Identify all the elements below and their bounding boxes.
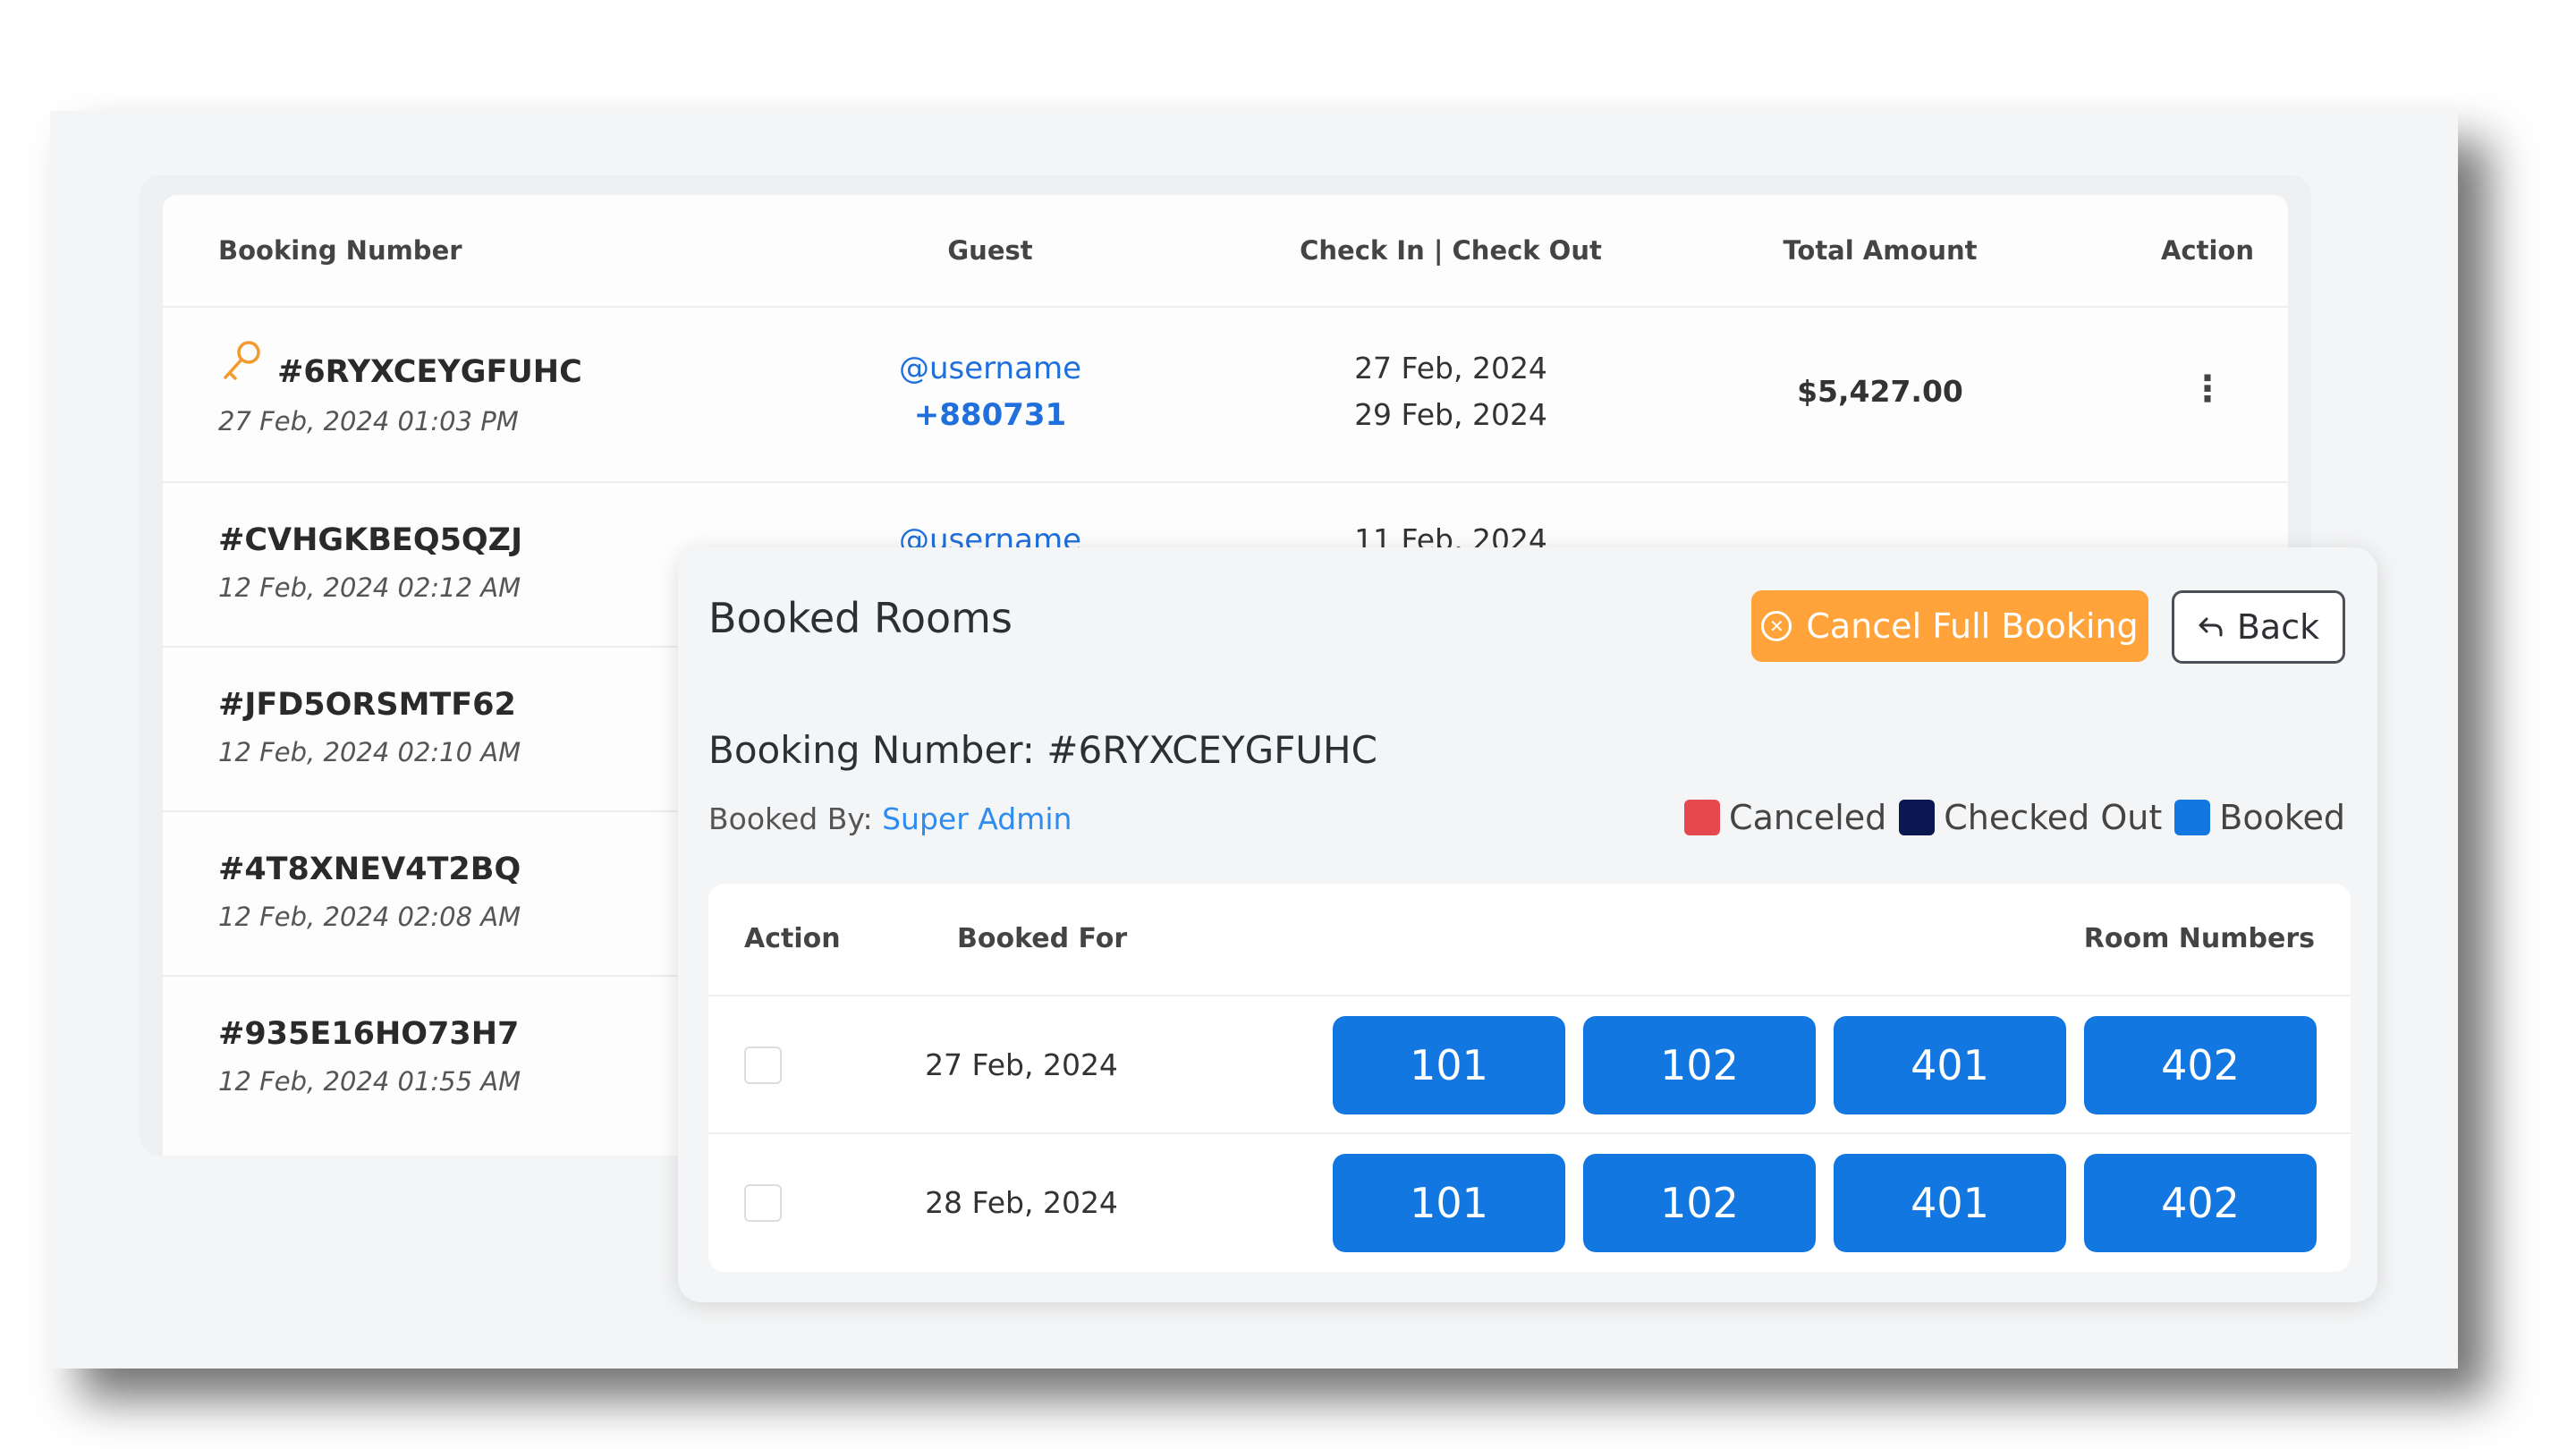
header-room-numbers: Room Numbers: [2083, 923, 2315, 954]
cancel-full-booking-label: Cancel Full Booking: [1806, 606, 2139, 646]
key-icon: [224, 341, 260, 380]
booked-by: Booked By: Super Admin: [708, 801, 1072, 836]
header-booked-for: Booked For: [957, 923, 1128, 954]
room-button[interactable]: 402: [2084, 1154, 2317, 1252]
check-out-date: 29 Feb, 2024: [1354, 397, 1547, 432]
modal-title: Booked Rooms: [708, 594, 1013, 642]
header-action: Action: [744, 923, 841, 954]
kebab-menu-icon[interactable]: ⋮: [2190, 369, 2225, 410]
back-label: Back: [2236, 607, 2320, 647]
table-row: 28 Feb, 2024 101 102 401 402: [708, 1132, 2351, 1272]
legend-item-canceled: Canceled: [1684, 798, 1886, 837]
booked-rooms-modal: Booked Rooms ✕ Cancel Full Booking Back …: [678, 547, 2377, 1302]
booking-number[interactable]: #4T8XNEV4T2BQ: [218, 852, 521, 887]
status-legend: Canceled Checked Out Booked: [1684, 798, 2345, 837]
legend-item-checked-out: Checked Out: [1899, 798, 2162, 837]
header-action: Action: [2160, 235, 2254, 266]
room-button[interactable]: 102: [1583, 1016, 1816, 1114]
legend-swatch: [2174, 800, 2211, 835]
room-button[interactable]: 101: [1333, 1154, 1565, 1252]
header-guest: Guest: [947, 235, 1033, 266]
legend-item-booked: Booked: [2174, 798, 2345, 837]
booking-date: 12 Feb, 2024 02:12 AM: [218, 572, 521, 603]
room-button[interactable]: 102: [1583, 1154, 1816, 1252]
total-amount: $5,427.00: [1797, 374, 1963, 409]
room-button[interactable]: 101: [1333, 1016, 1565, 1114]
booked-rooms-table: Action Booked For Room Numbers 27 Feb, 2…: [708, 884, 2351, 1272]
legend-label: Booked: [2219, 798, 2345, 837]
room-button[interactable]: 402: [2084, 1016, 2317, 1114]
booking-date: 27 Feb, 2024 01:03 PM: [218, 406, 519, 436]
legend-label: Checked Out: [1944, 798, 2163, 837]
check-in-date: 27 Feb, 2024: [1354, 351, 1547, 386]
booked-for-date: 28 Feb, 2024: [925, 1185, 1118, 1220]
booked-by-name-link[interactable]: Super Admin: [882, 801, 1072, 836]
booking-number[interactable]: #JFD5ORSMTF62: [218, 687, 516, 723]
guest-username-link[interactable]: @username: [789, 351, 1191, 386]
room-button[interactable]: 401: [1834, 1154, 2066, 1252]
header-total-amount: Total Amount: [1783, 235, 1978, 266]
booking-number[interactable]: #CVHGKBEQ5QZJ: [218, 522, 522, 558]
legend-swatch: [1899, 800, 1936, 835]
row-checkbox[interactable]: [744, 1184, 782, 1222]
back-arrow-icon: [2199, 617, 2223, 637]
table-row[interactable]: #6RYXCEYGFUHC 27 Feb, 2024 01:03 PM @use…: [163, 306, 2288, 483]
guest-phone-link[interactable]: +880731: [789, 397, 1191, 433]
table-row: 27 Feb, 2024 101 102 401 402: [708, 995, 2351, 1134]
cancel-full-booking-button[interactable]: ✕ Cancel Full Booking: [1751, 590, 2148, 662]
room-button[interactable]: 401: [1834, 1016, 2066, 1114]
booking-number-label: Booking Number: #6RYXCEYGFUHC: [708, 728, 1377, 772]
back-button[interactable]: Back: [2172, 590, 2345, 664]
header-booking-number: Booking Number: [218, 235, 462, 266]
booking-number[interactable]: #935E16HO73H7: [218, 1016, 519, 1052]
cancel-circle-icon: ✕: [1761, 611, 1792, 641]
legend-swatch: [1684, 800, 1721, 835]
booked-for-date: 27 Feb, 2024: [925, 1047, 1118, 1082]
legend-label: Canceled: [1729, 798, 1887, 837]
row-checkbox[interactable]: [744, 1046, 782, 1084]
booking-number[interactable]: #6RYXCEYGFUHC: [277, 354, 582, 390]
booking-date: 12 Feb, 2024 02:10 AM: [218, 737, 521, 767]
booked-by-label: Booked By:: [708, 801, 873, 836]
header-check-in-out: Check In | Check Out: [1300, 235, 1602, 266]
table-header: Booking Number Guest Check In | Check Ou…: [163, 195, 2288, 308]
booking-date: 12 Feb, 2024 02:08 AM: [218, 902, 521, 932]
booking-date: 12 Feb, 2024 01:55 AM: [218, 1066, 521, 1097]
